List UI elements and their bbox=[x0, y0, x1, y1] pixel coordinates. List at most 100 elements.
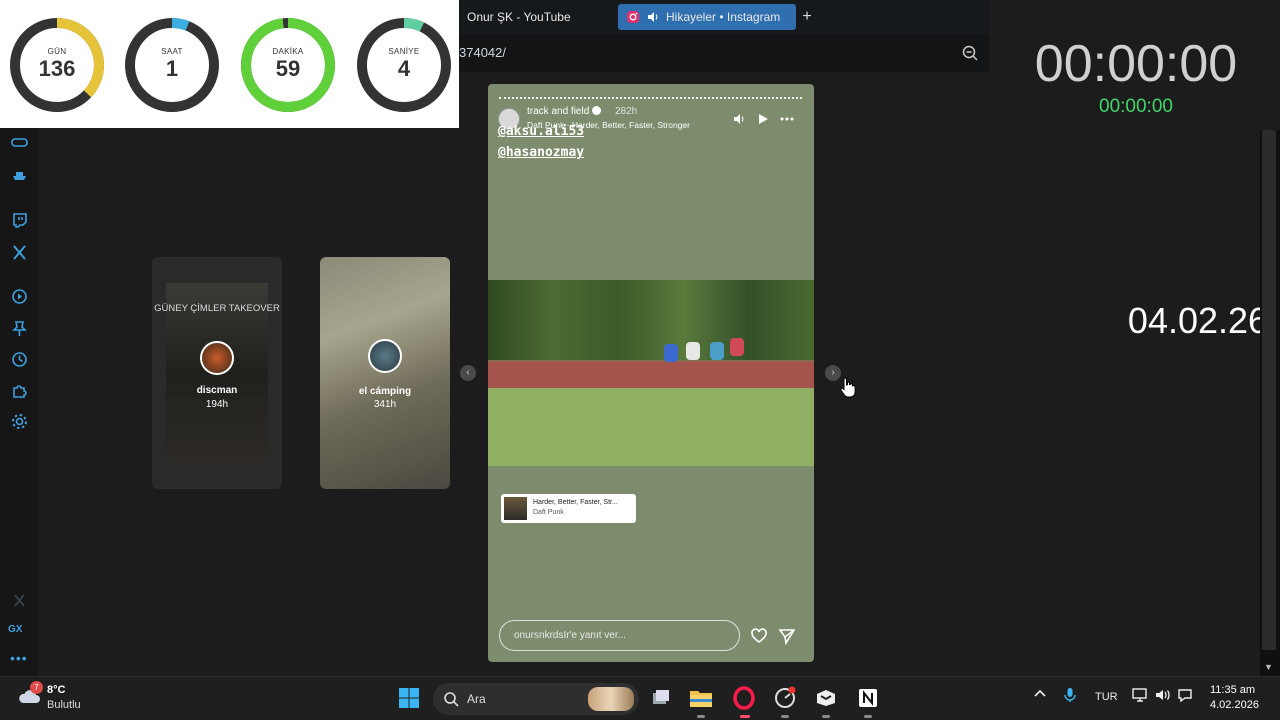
snap-icon[interactable] bbox=[9, 590, 29, 610]
tab-youtube[interactable]: Onur ŞK - YouTube bbox=[459, 4, 609, 30]
game-launcher-icon[interactable] bbox=[813, 685, 839, 711]
taskbar: 7 8°C Bulutlu Ara TUR 11:35 am 4.02.2026 bbox=[0, 676, 1280, 720]
tab-bar: Onur ŞK - YouTube Hikayeler • Instagram … bbox=[459, 0, 989, 34]
running-indicator bbox=[697, 715, 705, 718]
music-sticker[interactable]: Harder, Better, Faster, Str... Daft Punk bbox=[501, 494, 636, 523]
trees-background bbox=[488, 280, 814, 360]
notification-icon[interactable] bbox=[1177, 687, 1195, 706]
address-bar[interactable]: 374042/ bbox=[459, 34, 989, 72]
story-preview-name: discman bbox=[196, 385, 238, 396]
task-view-icon[interactable] bbox=[648, 685, 674, 711]
file-explorer-icon[interactable] bbox=[688, 685, 714, 711]
story-username-label: track and field bbox=[527, 106, 590, 117]
vr-icon[interactable] bbox=[9, 132, 29, 152]
weather-condition[interactable]: Bulutlu bbox=[47, 699, 81, 711]
send-icon[interactable] bbox=[778, 627, 796, 645]
network-icon[interactable] bbox=[1132, 687, 1148, 706]
runner-figure bbox=[730, 338, 744, 356]
runner-figure bbox=[686, 342, 700, 360]
twitch-icon[interactable] bbox=[9, 210, 29, 230]
story-username[interactable]: track and field bbox=[527, 106, 602, 117]
reply-input[interactable]: onursnkrdsIr'e yanıt ver... bbox=[499, 620, 740, 651]
runner-figure bbox=[664, 344, 678, 362]
settings-icon[interactable] bbox=[9, 411, 29, 431]
running-indicator bbox=[864, 715, 872, 718]
speedometer-icon[interactable] bbox=[772, 685, 798, 711]
story-preview-age: 194h bbox=[205, 399, 229, 410]
more-options-icon[interactable] bbox=[780, 112, 794, 126]
story-preview-elcamping[interactable]: el cámping 341h bbox=[320, 257, 450, 489]
tab-youtube-label: Onur ŞK - YouTube bbox=[467, 10, 571, 24]
ring-minutes: DAKİKA 59 bbox=[239, 16, 337, 114]
tab-instagram-label: Hikayeler • Instagram bbox=[666, 10, 781, 24]
ring-days-label: GÜN bbox=[47, 47, 67, 56]
taskbar-time[interactable]: 11:35 am bbox=[1210, 684, 1255, 696]
address-text: 374042/ bbox=[459, 45, 506, 60]
story-age: 282h bbox=[615, 106, 638, 117]
verified-icon bbox=[592, 106, 602, 115]
more-icon[interactable]: ••• bbox=[10, 650, 28, 666]
windows-start-icon[interactable] bbox=[396, 685, 422, 711]
play-icon[interactable] bbox=[756, 112, 770, 126]
microphone-icon[interactable] bbox=[1063, 687, 1077, 706]
sticker-artist: Daft Punk bbox=[533, 509, 564, 516]
ring-hours-label: SAAT bbox=[161, 47, 183, 56]
search-label: Ara bbox=[467, 692, 486, 706]
runner-figure bbox=[710, 342, 724, 360]
ring-seconds: SANİYE 4 bbox=[355, 16, 453, 114]
grass-field bbox=[488, 388, 814, 466]
chevron-up-icon[interactable] bbox=[1033, 687, 1047, 704]
mention-link[interactable]: @hasanozmay bbox=[498, 145, 584, 160]
opera-gx-icon[interactable] bbox=[731, 685, 757, 711]
ring-days: GÜN 136 bbox=[8, 16, 106, 114]
speaker-icon bbox=[648, 12, 658, 22]
story-preview-age: 341h bbox=[373, 399, 397, 410]
avatar bbox=[368, 339, 402, 373]
album-art bbox=[504, 497, 527, 520]
scroll-down-icon[interactable]: ▼ bbox=[1264, 662, 1273, 672]
story-viewer[interactable]: track and field 282h Daft Punk · Harder,… bbox=[488, 84, 814, 662]
scrollbar-thumb[interactable] bbox=[1262, 130, 1276, 650]
browser-sidebar: GX ••• bbox=[0, 128, 38, 676]
hand-cursor-icon bbox=[840, 377, 856, 398]
x-icon[interactable] bbox=[9, 242, 29, 262]
weather-temperature[interactable]: 8°C bbox=[47, 684, 65, 696]
overlay-timer-sub: 00:00:00 bbox=[1099, 96, 1173, 117]
language-indicator[interactable]: TUR bbox=[1095, 691, 1118, 703]
next-story-button[interactable]: › bbox=[825, 365, 841, 381]
taskbar-search[interactable]: Ara bbox=[433, 683, 639, 715]
story-preview-discman[interactable]: GÜNEY ÇİMLER TAKEOVER discman 194h bbox=[152, 257, 282, 489]
reply-placeholder: onursnkrdsIr'e yanıt ver... bbox=[514, 630, 626, 641]
volume-icon[interactable] bbox=[733, 112, 747, 126]
running-indicator bbox=[740, 715, 750, 718]
running-indicator bbox=[781, 715, 789, 718]
prev-story-button[interactable]: ‹ bbox=[460, 365, 476, 381]
zoom-out-icon[interactable] bbox=[961, 44, 979, 62]
mention-link[interactable]: @aksu.ali53 bbox=[498, 124, 584, 139]
ring-hours-value: 1 bbox=[165, 56, 179, 81]
history-icon[interactable] bbox=[9, 349, 29, 369]
gx-label[interactable]: GX bbox=[8, 624, 22, 635]
extensions-icon[interactable] bbox=[9, 380, 29, 400]
tab-instagram[interactable]: Hikayeler • Instagram bbox=[618, 4, 796, 30]
ring-seconds-value: 4 bbox=[397, 56, 411, 81]
weather-badge: 7 bbox=[30, 681, 43, 694]
player-icon[interactable] bbox=[9, 286, 29, 306]
volume-icon[interactable] bbox=[1154, 687, 1172, 706]
story-preview-name: el cámping bbox=[358, 386, 412, 397]
sticker-song-title: Harder, Better, Faster, Str... bbox=[533, 499, 618, 506]
new-tab-button[interactable]: + bbox=[798, 8, 816, 26]
search-icon bbox=[444, 692, 459, 707]
overlay-date: 04.02.26 bbox=[1127, 300, 1269, 341]
ship-icon[interactable] bbox=[9, 164, 29, 184]
countdown-widget: GÜN 136 SAAT 1 DAKİKA 59 SANİYE 4 bbox=[0, 0, 459, 128]
heart-icon[interactable] bbox=[750, 627, 768, 645]
notion-icon[interactable] bbox=[855, 685, 881, 711]
ring-minutes-label: DAKİKA bbox=[272, 47, 304, 56]
ring-seconds-label: SANİYE bbox=[388, 47, 420, 56]
overlay-timer-main: 00:00:00 bbox=[1034, 35, 1238, 93]
avatar bbox=[200, 341, 234, 375]
story-preview-title: GÜNEY ÇİMLER TAKEOVER bbox=[154, 303, 280, 314]
pin-icon[interactable] bbox=[9, 318, 29, 338]
taskbar-date[interactable]: 4.02.2026 bbox=[1210, 699, 1259, 711]
